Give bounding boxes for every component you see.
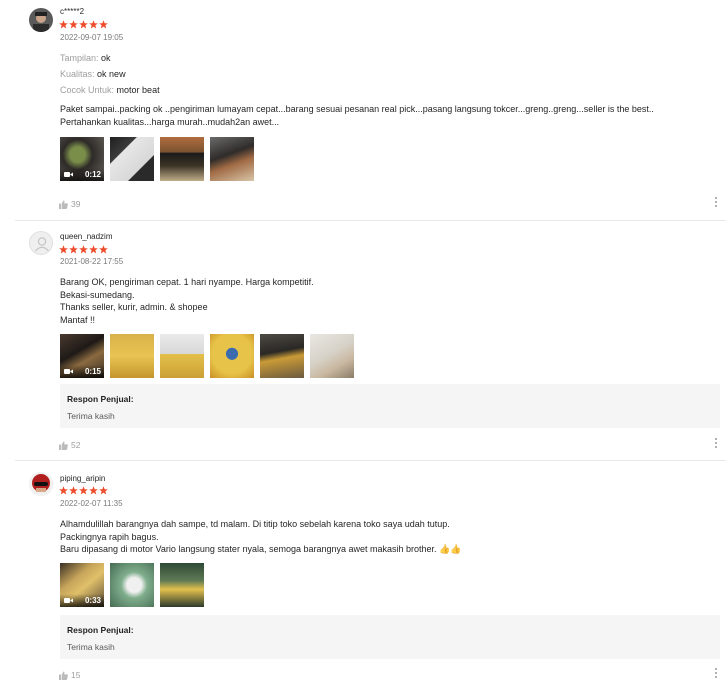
review-image-thumbnail[interactable] <box>110 334 154 378</box>
star-icon <box>79 486 88 495</box>
like-count: 52 <box>71 440 81 450</box>
attribute-value: motor beat <box>116 85 160 95</box>
attribute-value: ok new <box>97 69 126 79</box>
review-date: 2022-09-07 19:05 <box>60 33 124 42</box>
seller-response-title: Respon Penjual: <box>67 394 134 404</box>
review-image-thumbnail[interactable] <box>160 137 204 181</box>
star-icon <box>59 20 68 29</box>
review-image-thumbnail[interactable] <box>110 563 154 607</box>
review-image-thumbnail[interactable] <box>160 563 204 607</box>
review-item: queen_nadzim 2021-08-22 17:55 Barang OK,… <box>0 222 726 460</box>
more-options-icon[interactable] <box>714 668 718 680</box>
video-duration: 0:33 <box>84 596 101 605</box>
review-username[interactable]: queen_nadzim <box>60 232 112 241</box>
like-button[interactable]: 39 <box>59 199 80 209</box>
user-avatar[interactable] <box>29 231 53 255</box>
review-date: 2021-08-22 17:55 <box>60 257 124 266</box>
review-image-thumbnail[interactable] <box>110 137 154 181</box>
seller-response-title: Respon Penjual: <box>67 625 134 635</box>
rating-stars <box>59 486 108 495</box>
star-icon <box>69 486 78 495</box>
attribute-key: Cocok Untuk: <box>60 85 115 95</box>
attribute-kualitas: Kualitas: ok new <box>60 69 126 79</box>
review-divider <box>15 460 726 461</box>
review-image-thumbnail[interactable] <box>210 334 254 378</box>
seller-response-text: Terima kasih <box>67 642 115 652</box>
review-text: Paket sampai..packing ok ..pengiriman lu… <box>60 104 654 127</box>
user-avatar[interactable] <box>29 8 53 32</box>
star-icon <box>89 245 98 254</box>
review-video-thumbnail[interactable]: 0:15 <box>60 334 104 378</box>
default-avatar-icon <box>35 237 49 252</box>
review-image-thumbnail[interactable] <box>210 137 254 181</box>
thumbs-up-icon <box>59 440 68 450</box>
star-icon <box>99 245 108 254</box>
attribute-value: ok <box>101 53 111 63</box>
star-icon <box>69 245 78 254</box>
video-camera-icon <box>64 369 73 374</box>
star-icon <box>69 20 78 29</box>
star-icon <box>89 20 98 29</box>
review-username[interactable]: piping_aripin <box>60 474 105 483</box>
review-media: 0:15 <box>60 334 354 378</box>
video-camera-icon <box>64 172 73 177</box>
more-options-icon[interactable] <box>714 438 718 450</box>
star-icon <box>59 486 68 495</box>
review-video-thumbnail[interactable]: 0:12 <box>60 137 104 181</box>
seller-response-text: Terima kasih <box>67 411 115 421</box>
rating-stars <box>59 245 108 254</box>
star-icon <box>59 245 68 254</box>
video-duration: 0:15 <box>84 367 101 376</box>
review-username[interactable]: c*****2 <box>60 7 84 16</box>
star-icon <box>79 20 88 29</box>
review-image-thumbnail[interactable] <box>160 334 204 378</box>
attribute-key: Kualitas: <box>60 69 95 79</box>
attribute-key: Tampilan: <box>60 53 99 63</box>
like-count: 15 <box>71 670 81 680</box>
video-camera-icon <box>64 598 73 603</box>
review-item: piping_aripin 2022-02-07 11:35 Alhamduli… <box>0 462 726 685</box>
seller-response: Respon Penjual: Terima kasih <box>60 384 720 428</box>
attribute-cocok-untuk: Cocok Untuk: motor beat <box>60 85 160 95</box>
review-video-thumbnail[interactable]: 0:33 <box>60 563 104 607</box>
like-button[interactable]: 52 <box>59 440 80 450</box>
more-options-icon[interactable] <box>714 197 718 209</box>
video-overlay: 0:15 <box>60 365 104 378</box>
rating-stars <box>59 20 108 29</box>
like-count: 39 <box>71 199 81 209</box>
like-button[interactable]: 15 <box>59 670 80 680</box>
review-text: Alhamdulillah barangnya dah sampe, td ma… <box>60 519 462 554</box>
star-icon <box>99 20 108 29</box>
video-overlay: 0:12 <box>60 168 104 181</box>
review-divider <box>15 220 726 221</box>
seller-response: Respon Penjual: Terima kasih <box>60 615 720 659</box>
attribute-tampilan: Tampilan: ok <box>60 53 111 63</box>
review-media: 0:12 <box>60 137 254 181</box>
review-item: c*****2 2022-09-07 19:05 Tampilan: ok Ku… <box>0 0 726 220</box>
thumbs-up-icon <box>59 199 68 209</box>
thumbs-up-icon <box>59 670 68 680</box>
video-overlay: 0:33 <box>60 594 104 607</box>
star-icon <box>99 486 108 495</box>
review-media: 0:33 <box>60 563 204 607</box>
star-icon <box>79 245 88 254</box>
review-text: Barang OK, pengiriman cepat. 1 hari nyam… <box>60 277 314 325</box>
user-avatar[interactable] <box>29 472 53 496</box>
video-duration: 0:12 <box>84 170 101 179</box>
review-image-thumbnail[interactable] <box>260 334 304 378</box>
review-image-thumbnail[interactable] <box>310 334 354 378</box>
star-icon <box>89 486 98 495</box>
review-date: 2022-02-07 11:35 <box>60 499 123 508</box>
